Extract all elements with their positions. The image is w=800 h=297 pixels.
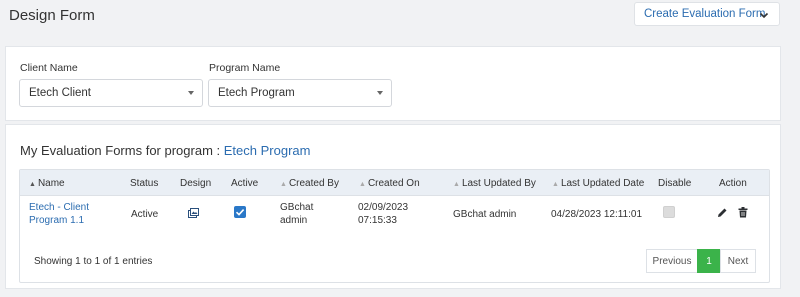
caret-down-icon — [377, 91, 383, 95]
caret-down-icon — [188, 91, 194, 95]
program-name-label: Program Name — [209, 62, 281, 74]
column-header-name[interactable]: ▲ Name — [29, 178, 65, 189]
program-name-select[interactable]: Etech Program — [208, 79, 392, 107]
column-header-disable: Disable — [658, 178, 692, 189]
forms-table: ▲ Name Status Design Active ▲ Created By ▲… — [19, 169, 770, 283]
column-header-action: Action — [719, 178, 747, 189]
sort-icon: ▲ — [359, 181, 366, 188]
sort-asc-icon: ▲ — [29, 181, 36, 188]
checkmark-icon — [235, 209, 245, 216]
forms-heading-prefix: My Evaluation Forms for program : — [20, 143, 221, 158]
form-created-by: GBchat admin — [280, 202, 314, 226]
sort-icon: ▲ — [280, 181, 287, 188]
form-last-updated-date: 04/28/2023 12:11:01 — [551, 209, 643, 220]
column-header-last-updated-date[interactable]: ▲ Last Updated Date — [552, 178, 644, 189]
column-header-status: Status — [130, 178, 159, 189]
create-evaluation-form-label: Create Evaluation Form — [644, 8, 766, 20]
pagination-next-button[interactable]: Next — [720, 249, 756, 273]
client-name-label: Client Name — [20, 62, 78, 74]
form-name-link[interactable]: Etech - Client Program 1.1 — [29, 201, 109, 227]
filters-panel: Client Name Etech Client Program Name Et… — [5, 46, 781, 121]
sort-icon: ▲ — [453, 181, 460, 188]
column-header-last-updated-by[interactable]: ▲ Last Updated By — [453, 178, 536, 189]
column-header-design: Design — [180, 178, 212, 189]
program-name-value: Etech Program — [218, 87, 295, 99]
form-created-on: 02/09/2023 07:15:33 — [358, 202, 409, 226]
chevron-down-icon[interactable] — [757, 8, 771, 22]
column-header-active: Active — [231, 178, 259, 189]
design-form-icon[interactable] — [188, 208, 200, 219]
page-title: Design Form — [9, 7, 95, 24]
form-last-updated-by: GBchat admin — [453, 209, 517, 220]
column-header-created-on[interactable]: ▲ Created On — [359, 178, 420, 189]
form-status: Active — [131, 209, 159, 220]
table-header: ▲ Name Status Design Active ▲ Created By ▲… — [20, 170, 769, 196]
disable-checkbox[interactable] — [663, 206, 675, 218]
forms-heading-program[interactable]: Etech Program — [224, 143, 311, 158]
trash-icon[interactable] — [738, 207, 748, 218]
forms-heading: My Evaluation Forms for program : Etech … — [20, 143, 310, 158]
sort-icon: ▲ — [552, 181, 559, 188]
column-header-created-by[interactable]: ▲ Created By — [280, 178, 339, 189]
pagination-page-1-button[interactable]: 1 — [697, 249, 721, 273]
create-evaluation-form-button[interactable]: Create Evaluation Form — [634, 2, 780, 26]
pencil-icon[interactable] — [717, 207, 728, 218]
client-name-value: Etech Client — [29, 87, 92, 99]
active-checkbox[interactable] — [234, 206, 246, 218]
entries-summary: Showing 1 to 1 of 1 entries — [34, 256, 153, 267]
evaluation-forms-panel: My Evaluation Forms for program : Etech … — [5, 124, 781, 289]
client-name-select[interactable]: Etech Client — [19, 79, 203, 107]
pagination-previous-button[interactable]: Previous — [646, 249, 698, 273]
